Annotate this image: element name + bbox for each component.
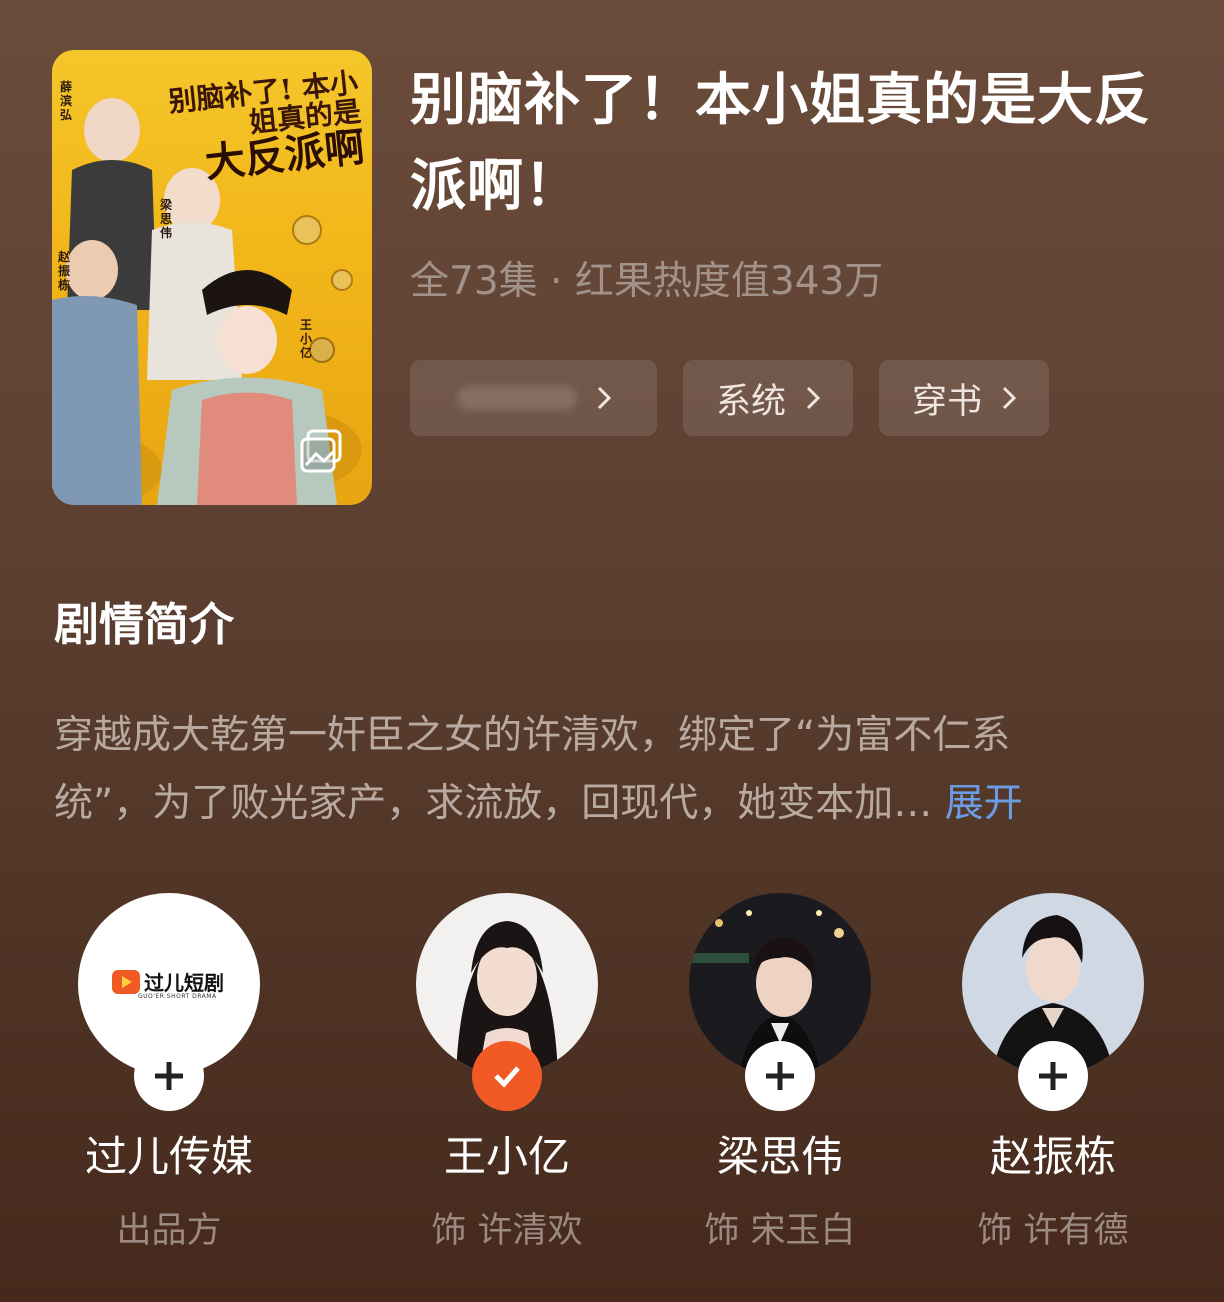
gallery-icon[interactable]	[298, 427, 346, 475]
plus-icon	[155, 1062, 183, 1090]
poster-title: 别脑补了! 本小姐真的是 大反派啊	[157, 66, 367, 189]
followed-button[interactable]	[472, 1041, 542, 1111]
synopsis-text: 穿越成大乾第一奸臣之女的许清欢，绑定了“为富不仁系 统”，为了败光家产，求流放，…	[54, 702, 1164, 838]
cast-role: 饰 宋玉白	[704, 1211, 856, 1251]
synopsis-line: 穿越成大乾第一奸臣之女的许清欢，绑定了“为富不仁系	[54, 713, 1011, 758]
cast-name: 王小亿	[443, 1132, 570, 1181]
poster-cast-name: 王小亿	[300, 318, 313, 360]
tag-chip-transmigration[interactable]: 穿书	[879, 360, 1049, 436]
tag-label-blurred	[456, 386, 577, 410]
poster-image[interactable]: 别脑补了! 本小姐真的是 大反派啊 薛滨弘 梁思伟 赵振栋 王小亿	[52, 50, 372, 505]
synopsis-heading: 剧情简介	[54, 598, 235, 651]
cast-name: 梁思伟	[716, 1132, 843, 1181]
cast-item-actor[interactable]: 王小亿 饰 许清欢	[377, 893, 637, 1253]
cast-item-producer[interactable]: 过儿短剧 GUO'ER SHORT DRAMA 过儿传媒 出品方	[39, 893, 299, 1253]
follow-button[interactable]	[745, 1041, 815, 1111]
chevron-right-icon	[597, 386, 611, 410]
chevron-right-icon	[1002, 386, 1016, 410]
play-logo-icon	[112, 969, 140, 994]
tag-chip[interactable]	[410, 360, 657, 436]
cast-name: 过儿传媒	[84, 1132, 253, 1181]
producer-logo: 过儿短剧	[112, 967, 224, 996]
cast-item-actor[interactable]: 梁思伟 饰 宋玉白	[650, 893, 910, 1253]
drama-title: 别脑补了！本小姐真的是大反派啊！	[410, 68, 1151, 219]
cast-item-actor[interactable]: 赵振栋 饰 许有德	[923, 893, 1183, 1253]
plus-icon	[1039, 1062, 1067, 1090]
episode-and-heat-info: 全73集 · 红果热度值343万	[410, 259, 884, 304]
producer-logo-text: 过儿短剧	[144, 971, 224, 995]
tag-chip-system[interactable]: 系统	[683, 360, 853, 436]
expand-link[interactable]: 展开	[945, 781, 1023, 826]
cast-role: 出品方	[116, 1211, 222, 1251]
poster-cast-name: 梁思伟	[160, 198, 173, 240]
tag-label: 穿书	[911, 381, 982, 422]
plus-icon	[766, 1062, 794, 1090]
cast-name: 赵振栋	[989, 1132, 1116, 1181]
cast-list: 过儿短剧 GUO'ER SHORT DRAMA 过儿传媒 出品方 王小亿 饰 许…	[0, 893, 1224, 1273]
chevron-right-icon	[806, 386, 820, 410]
tag-list: 系统 穿书	[410, 360, 1049, 436]
follow-button[interactable]	[1018, 1041, 1088, 1111]
check-icon	[494, 1066, 520, 1088]
tag-label: 系统	[715, 381, 786, 422]
synopsis-line: 统”，为了败光家产，求流放，回现代，她变本加…	[54, 781, 933, 826]
producer-logo-subtext: GUO'ER SHORT DRAMA	[138, 993, 217, 1000]
follow-button[interactable]	[134, 1041, 204, 1111]
poster-cast-name: 薛滨弘	[60, 80, 73, 122]
cast-role: 饰 许清欢	[431, 1211, 583, 1251]
cast-role: 饰 许有德	[977, 1211, 1129, 1251]
poster-cast-name: 赵振栋	[58, 250, 71, 292]
